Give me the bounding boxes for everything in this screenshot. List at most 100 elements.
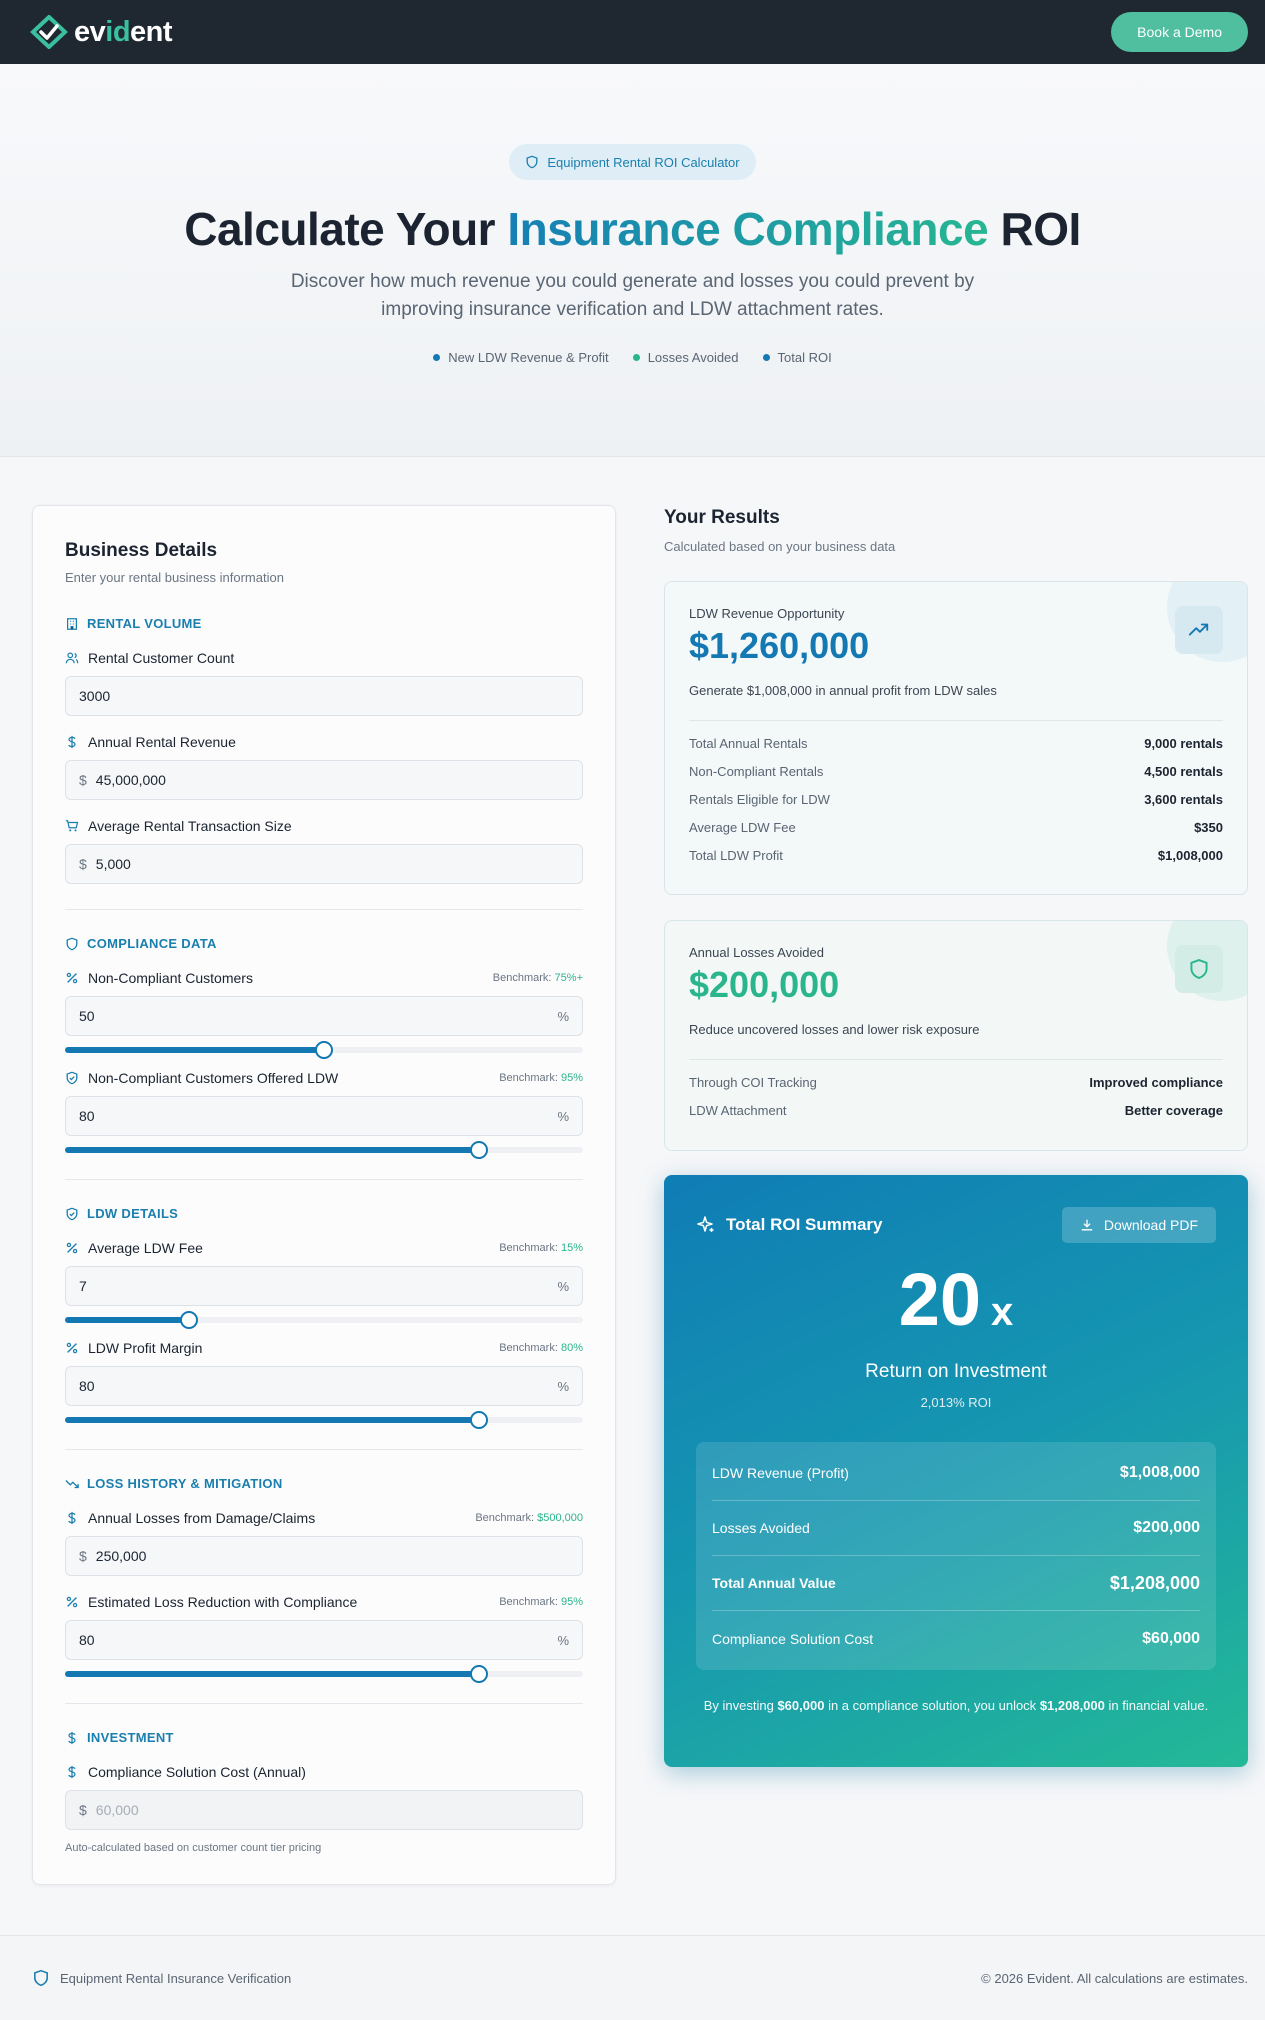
shield-check-icon: [66, 1071, 78, 1085]
logo-text: evident: [74, 15, 173, 48]
sparkle-icon: [697, 1216, 714, 1232]
slider-handle[interactable]: [315, 1041, 333, 1059]
benchmark: Benchmark: 95%: [499, 1596, 583, 1608]
building-icon: [67, 617, 77, 630]
shield-check-icon: [66, 1207, 78, 1220]
card-label: LDW Revenue Opportunity: [689, 606, 845, 621]
logo-icon: [30, 15, 68, 49]
ldw-margin-slider[interactable]: [65, 1411, 583, 1429]
results-title: Your Results: [664, 507, 780, 528]
slider-handle[interactable]: [180, 1311, 199, 1329]
avg-transaction-input[interactable]: $5,000: [65, 844, 583, 884]
percent-icon: [66, 1242, 78, 1254]
customer-count-label: Rental Customer Count: [65, 650, 583, 666]
card-description: Reduce uncovered losses and lower risk e…: [689, 1022, 980, 1037]
non-compliant-input[interactable]: 50%: [65, 996, 583, 1036]
roi-footnote: By investing $60,000 in a compliance sol…: [703, 1698, 1209, 1713]
roi-breakdown: LDW Revenue (Profit) $1,008,000 Losses Av…: [696, 1442, 1216, 1670]
card-description: Generate $1,008,000 in annual profit fro…: [689, 683, 997, 698]
offered-ldw-label: Non-Compliant Customers Offered LDW Benc…: [65, 1070, 583, 1086]
result-row: Non-Compliant Rentals 4,500 rentals: [689, 763, 1223, 779]
annual-revenue-input[interactable]: $45,000,000: [65, 760, 583, 800]
dollar-icon: [68, 1511, 76, 1525]
shield-icon: [526, 155, 538, 169]
dollar-icon: [68, 1731, 76, 1744]
section-divider: [65, 1703, 583, 1704]
card-label: Annual Losses Avoided: [689, 945, 824, 960]
result-row: Average LDW Fee $350: [689, 819, 1223, 835]
ldw-revenue-value: $1,260,000: [689, 625, 870, 666]
divider: [689, 720, 1223, 721]
loss-reduction-label: Estimated Loss Reduction with Compliance…: [65, 1594, 583, 1610]
slider-handle[interactable]: [470, 1665, 489, 1683]
benchmark: Benchmark: 15%: [499, 1242, 583, 1254]
book-demo-button[interactable]: Book a Demo: [1111, 12, 1248, 52]
roi-multiple: 20 x: [898, 1258, 1014, 1341]
trending-down-icon: [65, 1479, 79, 1488]
section-loss-history: LOSS HISTORY & MITIGATION: [65, 1476, 283, 1491]
ldw-fee-input[interactable]: 7%: [65, 1266, 583, 1306]
download-icon: [1081, 1219, 1093, 1231]
logo[interactable]: evident: [30, 15, 173, 49]
percent-icon: [66, 1342, 78, 1354]
legend-dot-icon: [433, 354, 441, 361]
dollar-icon: [68, 735, 76, 749]
non-compliant-slider[interactable]: [65, 1041, 583, 1059]
result-row: Through COI Tracking Improved compliance: [689, 1074, 1223, 1090]
annual-losses-input[interactable]: $250,000: [65, 1536, 583, 1576]
ldw-revenue-card: LDW Revenue Opportunity $1,260,000 Gener…: [664, 581, 1248, 895]
loss-reduction-input[interactable]: 80%: [65, 1620, 583, 1660]
section-ldw: LDW DETAILS: [65, 1206, 178, 1221]
ldw-fee-label: Average LDW Fee Benchmark: 15%: [65, 1240, 583, 1256]
offered-ldw-slider[interactable]: [65, 1141, 583, 1159]
trend-icon-box: [1175, 606, 1223, 654]
benchmark: Benchmark: 75%+: [492, 972, 583, 984]
result-row: Total LDW Profit $1,008,000: [689, 847, 1223, 863]
legend-dot-icon: [762, 354, 770, 361]
loss-reduction-slider[interactable]: [65, 1665, 583, 1683]
shield-icon: [66, 937, 78, 950]
benchmark: Benchmark: $500,000: [475, 1512, 583, 1524]
summary-row: LDW Revenue (Profit) $1,008,000: [712, 1446, 1200, 1501]
customer-count-input[interactable]: 3000: [65, 676, 583, 716]
roi-percent: 2,013% ROI: [920, 1395, 992, 1410]
section-rental-volume: RENTAL VOLUME: [65, 616, 202, 631]
shield-icon: [1190, 959, 1208, 979]
top-nav: evident Book a Demo: [0, 0, 1265, 64]
footer: Equipment Rental Insurance Verification …: [0, 1935, 1265, 2020]
percent-icon: [66, 1596, 78, 1608]
hero-subtitle: Discover how much revenue you could gene…: [290, 271, 975, 320]
annual-losses-label: Annual Losses from Damage/Claims Benchma…: [65, 1510, 583, 1526]
pill-label: Equipment Rental ROI Calculator: [547, 154, 740, 170]
roi-label: Return on Investment: [865, 1361, 1047, 1382]
slider-handle[interactable]: [470, 1411, 489, 1429]
non-compliant-label: Non-Compliant Customers Benchmark: 75%+: [65, 970, 583, 986]
result-row: Rentals Eligible for LDW 3,600 rentals: [689, 791, 1223, 807]
ldw-fee-slider[interactable]: [65, 1311, 583, 1329]
hero-legend: New LDW Revenue & Profit Losses Avoided …: [0, 350, 1265, 365]
solution-cost-label: Compliance Solution Cost (Annual): [65, 1764, 583, 1780]
section-divider: [65, 1179, 583, 1180]
hero-section: Equipment Rental ROI Calculator Calculat…: [0, 64, 1265, 457]
download-pdf-button[interactable]: Download PDF: [1061, 1207, 1216, 1243]
section-divider: [65, 909, 583, 910]
cart-icon: [65, 820, 79, 832]
dollar-icon: [68, 1765, 76, 1779]
offered-ldw-input[interactable]: 80%: [65, 1096, 583, 1136]
benchmark: Benchmark: 80%: [499, 1342, 583, 1354]
avg-transaction-label: Average Rental Transaction Size: [65, 818, 583, 834]
losses-avoided-value: $200,000: [689, 964, 840, 1005]
result-row: Total Annual Rentals 9,000 rentals: [689, 735, 1223, 751]
solution-cost-input: $60,000: [65, 1790, 583, 1830]
footer-left: Equipment Rental Insurance Verification: [32, 1969, 291, 1987]
ldw-margin-label: LDW Profit Margin Benchmark: 80%: [65, 1340, 583, 1356]
ldw-margin-input[interactable]: 80%: [65, 1366, 583, 1406]
benchmark: Benchmark: 95%: [499, 1072, 583, 1084]
solution-cost-note: Auto-calculated based on customer count …: [65, 1842, 322, 1854]
legend-item: Total ROI: [762, 350, 832, 365]
business-details-card: Business Details Enter your rental busin…: [32, 505, 616, 1885]
results-subtitle: Calculated based on your business data: [664, 539, 896, 554]
summary-row-total: Total Annual Value $1,208,000: [712, 1556, 1200, 1611]
annual-revenue-label: Annual Rental Revenue: [65, 734, 583, 750]
slider-handle[interactable]: [470, 1141, 489, 1159]
